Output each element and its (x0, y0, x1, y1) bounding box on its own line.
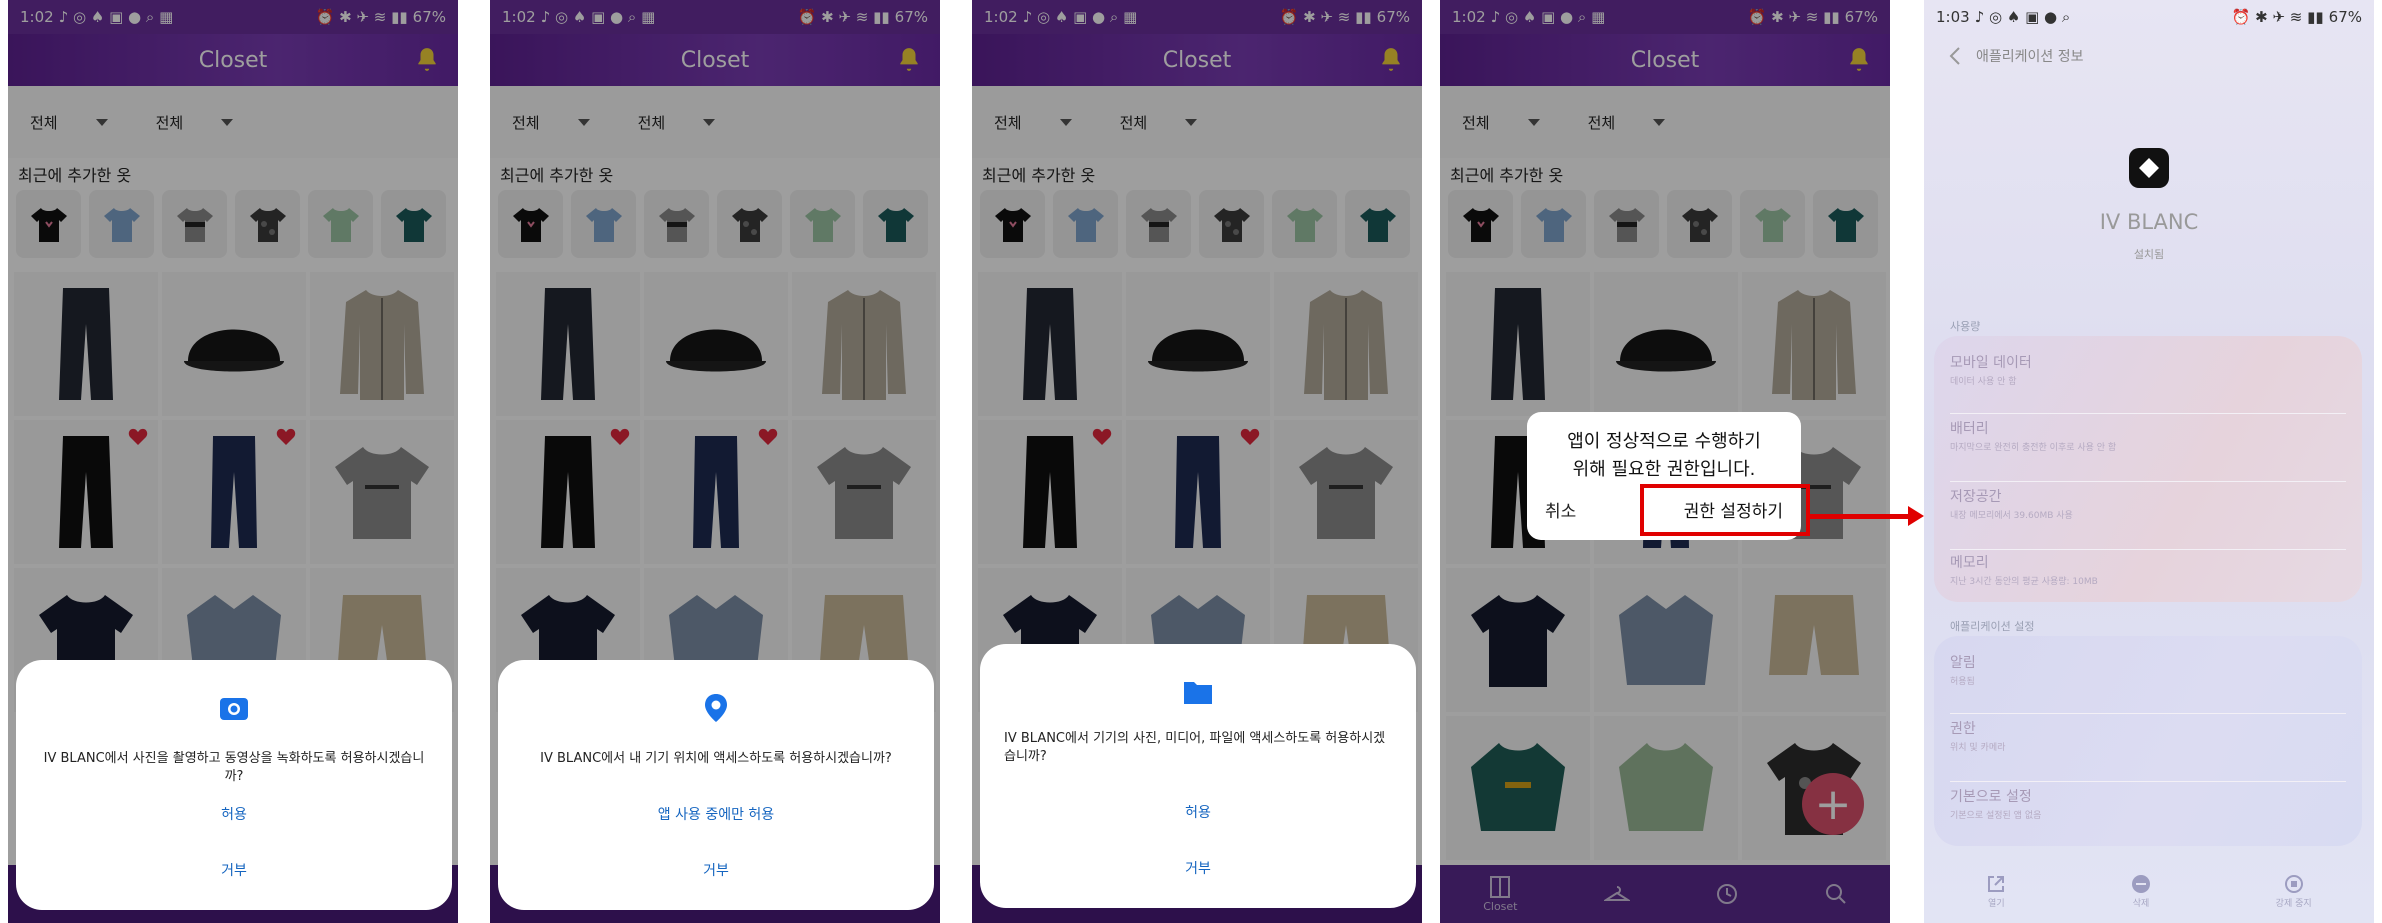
battery-level: 67% (2328, 8, 2362, 26)
row-title: 기본으로 설정 (1950, 789, 2032, 805)
deny-button[interactable]: 거부 (498, 860, 934, 880)
screenshot-strip: 1:02 ♪ ◎ ♠ ▣ ● ⌕ ▦ ⏰ ✱ ✈ ≋ ▮▮ 67% Closet 전… (0, 0, 2382, 923)
row-subtitle: 허용됨 (1950, 677, 1975, 687)
phone-storage-permission: 1:02 ♪ ◎ ♠ ▣ ● ⌕ ▦ ⏰ ✱ ✈ ≋ ▮▮ 67% Closet 전… (972, 0, 1422, 923)
row-title: 권한 (1950, 721, 1976, 737)
open-button[interactable]: 열기 (1986, 874, 2006, 909)
app-settings-card: 알림 허용됨 권한 위치 및 카메라 기본으로 설정 기본으로 설정된 앱 없음 (1934, 636, 2362, 846)
row-subtitle: 데이터 사용 안 함 (1950, 377, 2017, 387)
permission-message: IV BLANC에서 기기의 사진, 미디어, 파일에 액세스하도록 허용하시겠… (1004, 731, 1386, 764)
settings-row-battery[interactable]: 배터리 마지막으로 완전히 충전한 이후로 사용 안 함 (1950, 418, 2346, 482)
app-name: IV BLANC (2099, 210, 2199, 234)
settings-row-mobile-data[interactable]: 모바일 데이터 데이터 사용 안 함 (1950, 352, 2346, 414)
settings-row-notifications[interactable]: 알림 허용됨 (1950, 652, 2346, 714)
allow-while-using-button[interactable]: 앱 사용 중에만 허용 (498, 804, 934, 824)
section-title-app-settings: 애플리케이션 설정 (1950, 620, 2035, 633)
notification-icons: ♪ ◎ ♠ ▣ ● ⌕ (1974, 8, 2071, 26)
section-title-usage: 사용량 (1950, 320, 1981, 333)
row-title: 배터리 (1950, 421, 1989, 437)
location-pin-icon (705, 694, 727, 722)
permission-sheet-storage: IV BLANC에서 기기의 사진, 미디어, 파일에 액세스하도록 허용하시겠… (980, 644, 1416, 908)
screen-title: 애플리케이션 정보 (1976, 49, 2084, 65)
uninstall-button[interactable]: 삭제 (2131, 874, 2151, 909)
row-subtitle: 지난 3시간 동안의 평균 사용량: 10MB (1950, 577, 2098, 587)
row-subtitle: 마지막으로 완전히 충전한 이후로 사용 안 함 (1950, 443, 2117, 453)
dialog-message-line2: 위해 필요한 권한입니다. (1572, 459, 1756, 480)
usage-card: 모바일 데이터 데이터 사용 안 함 배터리 마지막으로 완전히 충전한 이후로… (1934, 336, 2362, 602)
cancel-button[interactable]: 취소 (1545, 497, 1576, 522)
row-subtitle: 기본으로 설정된 앱 없음 (1950, 811, 2042, 821)
system-icons: ⏰ ✱ ✈ ≋ ▮▮ (2231, 8, 2324, 26)
row-title: 저장공간 (1950, 489, 2002, 505)
row-subtitle: 내장 메모리에서 39.60MB 사용 (1950, 511, 2073, 521)
arrow-head-icon (1908, 506, 1924, 526)
back-arrow-icon[interactable] (1948, 46, 1962, 66)
settings-row-set-as-default[interactable]: 기본으로 설정 기본으로 설정된 앱 없음 (1950, 786, 2346, 842)
highlight-box (1640, 484, 1810, 536)
phone-location-permission: 1:02 ♪ ◎ ♠ ▣ ● ⌕ ▦ ⏰ ✱ ✈ ≋ ▮▮ 67% Closet 전… (490, 0, 940, 923)
row-title: 알림 (1950, 655, 1976, 671)
phone-app-info: 1:03 ♪ ◎ ♠ ▣ ● ⌕ ⏰ ✱ ✈ ≋ ▮▮ 67% 애플리케이션 정보 … (1924, 0, 2374, 923)
force-stop-icon (2284, 874, 2303, 893)
camera-icon (220, 698, 248, 720)
settings-row-storage[interactable]: 저장공간 내장 메모리에서 39.60MB 사용 (1950, 486, 2346, 550)
permission-sheet-location: IV BLANC에서 내 기기 위치에 액세스하도록 허용하시겠습니까? 앱 사… (498, 660, 934, 910)
deny-button[interactable]: 거부 (16, 860, 452, 880)
status-bar: 1:03 ♪ ◎ ♠ ▣ ● ⌕ ⏰ ✱ ✈ ≋ ▮▮ 67% (1924, 0, 2374, 34)
phone-permission-rationale: 1:02 ♪ ◎ ♠ ▣ ● ⌕ ▦ ⏰ ✱ ✈ ≋ ▮▮ 67% Closet 전… (1440, 0, 1890, 923)
permission-message: IV BLANC에서 사진을 촬영하고 동영상을 녹화하도록 허용하시겠습니까? (43, 751, 425, 784)
row-title: 모바일 데이터 (1950, 355, 2032, 371)
app-info-actions: 열기 삭제 강제 중지 (1924, 859, 2374, 923)
diamond-logo-icon (2139, 158, 2159, 178)
row-subtitle: 위치 및 카메라 (1950, 743, 2006, 753)
permission-message: IV BLANC에서 내 기기 위치에 액세스하도록 허용하시겠습니까? (540, 751, 892, 766)
open-external-icon (1988, 875, 2005, 892)
settings-row-permissions[interactable]: 권한 위치 및 카메라 (1950, 718, 2346, 782)
deny-button[interactable]: 거부 (980, 858, 1416, 878)
allow-button[interactable]: 허용 (16, 804, 452, 824)
settings-row-memory[interactable]: 메모리 지난 3시간 동안의 평균 사용량: 10MB (1950, 552, 2346, 596)
force-stop-button[interactable]: 강제 중지 (2276, 874, 2312, 909)
phone-camera-permission: 1:02 ♪ ◎ ♠ ▣ ● ⌕ ▦ ⏰ ✱ ✈ ≋ ▮▮ 67% Closet 전… (8, 0, 458, 923)
open-label: 열기 (1988, 898, 2005, 909)
folder-icon (1184, 682, 1212, 704)
uninstall-label: 삭제 (2132, 898, 2150, 909)
allow-button[interactable]: 허용 (980, 802, 1416, 822)
permission-sheet-camera: IV BLANC에서 사진을 촬영하고 동영상을 녹화하도록 허용하시겠습니까?… (16, 660, 452, 910)
row-title: 메모리 (1950, 555, 1989, 571)
app-icon (2129, 148, 2169, 188)
dialog-message-line1: 앱이 정상적으로 수행하기 (1567, 431, 1761, 452)
dialog-message: 앱이 정상적으로 수행하기 위해 필요한 권한입니다. (1527, 428, 1801, 484)
force-stop-label: 강제 중지 (2275, 898, 2312, 909)
header-row: 애플리케이션 정보 (1948, 46, 2084, 66)
transition-arrow (1810, 514, 1912, 519)
status-time: 1:03 (1936, 8, 1970, 26)
minus-circle-icon (2132, 874, 2150, 893)
install-status: 설치됨 (2133, 248, 2165, 261)
